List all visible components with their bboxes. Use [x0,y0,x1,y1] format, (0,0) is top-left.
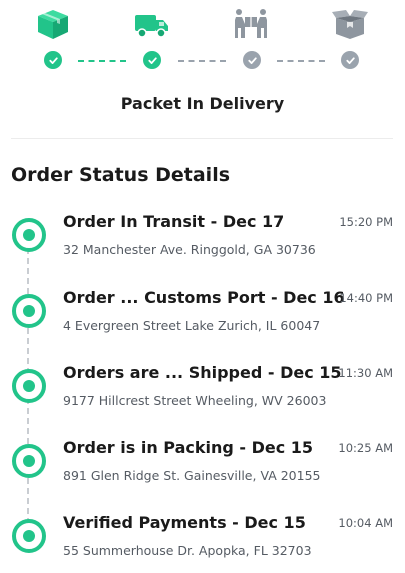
step-connector [78,60,126,62]
step-1-check-icon [44,51,62,69]
open-box-icon [332,8,368,40]
order-tracking-screen: Packet In Delivery Order Status Details … [0,0,405,573]
timeline-event[interactable]: Orders are ... Shipped - Dec 15 9177 Hil… [0,363,405,423]
timeline-event[interactable]: Verified Payments - Dec 15 55 Summerhous… [0,513,405,573]
delivery-stepper [0,0,405,80]
step-connector [277,60,325,62]
event-time: 14:40 PM [339,291,393,305]
timeline-dot-icon [12,444,46,478]
event-title: Order In Transit - Dec 17 [63,212,285,231]
delivery-status-title: Packet In Delivery [120,94,285,113]
section-title: Order Status Details [11,164,231,186]
timeline-event[interactable]: Order is in Packing - Dec 15 891 Glen Ri… [0,438,405,498]
divider [11,138,393,139]
timeline-dot-icon [12,294,46,328]
timeline-dot-icon [12,519,46,553]
event-address: 9177 Hillcrest Street Wheeling, WV 26003 [63,393,327,408]
people-carry-icon [233,8,269,40]
event-address: 55 Summerhouse Dr. Apopka, FL 32703 [63,543,312,558]
step-3-check-icon [243,51,261,69]
event-address: 891 Glen Ridge St. Gainesville, VA 20155 [63,468,321,483]
timeline-dot-icon [12,218,46,252]
timeline-event[interactable]: Order ... Customs Port - Dec 16 4 Evergr… [0,288,405,348]
truck-icon [134,8,170,40]
event-title: Order ... Customs Port - Dec 16 [63,288,345,307]
step-2-check-icon [143,51,161,69]
event-time: 15:20 PM [339,215,393,229]
event-time: 10:04 AM [338,516,393,530]
event-time: 10:25 AM [338,441,393,455]
event-title: Verified Payments - Dec 15 [63,513,306,532]
event-title: Orders are ... Shipped - Dec 15 [63,363,342,382]
event-address: 32 Manchester Ave. Ringgold, GA 30736 [63,242,316,257]
timeline-dot-icon [12,369,46,403]
event-time: 11:30 AM [338,366,393,380]
timeline-event[interactable]: Order In Transit - Dec 17 32 Manchester … [0,212,405,272]
box-icon [35,8,71,40]
event-address: 4 Evergreen Street Lake Zurich, IL 60047 [63,318,321,333]
step-connector [178,60,226,62]
step-4-check-icon [341,51,359,69]
event-title: Order is in Packing - Dec 15 [63,438,314,457]
